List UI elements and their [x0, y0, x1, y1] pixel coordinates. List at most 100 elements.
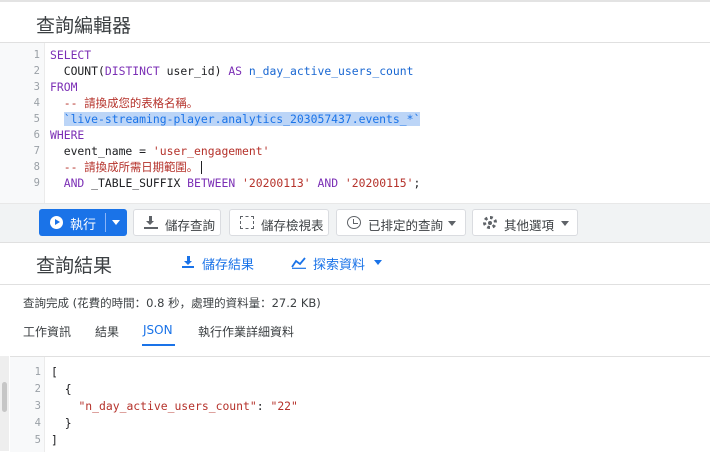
- code-token: BETWEEN: [187, 176, 236, 190]
- code-token: '20200115': [344, 176, 414, 190]
- line-number: 5: [34, 434, 41, 446]
- json-line: 3 "n_day_active_users_count": "22": [10, 398, 700, 415]
- code-text: event_name = 'user_engagement': [50, 143, 270, 159]
- line-number: 8: [33, 161, 40, 173]
- scheduled-query-label: 已排定的查詢: [368, 218, 444, 233]
- code-text: `live-streaming-player.analytics_2030574…: [50, 111, 421, 127]
- grid-icon: [240, 216, 254, 229]
- run-button-group[interactable]: 執行: [39, 209, 127, 236]
- code-text: -- 請換成您的表格名稱。: [50, 95, 199, 111]
- line-number: 6: [33, 129, 40, 141]
- active-tab-indicator: [142, 344, 175, 346]
- json-line: 1[: [10, 364, 700, 381]
- code-token: AND: [317, 176, 339, 190]
- save-query-button[interactable]: 儲存查詢: [133, 209, 221, 236]
- save-icon: [144, 216, 158, 229]
- line-number: 1: [33, 49, 40, 61]
- code-token: WHERE: [50, 128, 85, 142]
- code-line[interactable]: 4 -- 請換成您的表格名稱。: [0, 95, 710, 111]
- tab-json[interactable]: JSON: [143, 323, 173, 337]
- code-token: n_day_active_users_count: [242, 64, 414, 78]
- save-view-label: 儲存檢視表: [261, 218, 324, 233]
- json-text: "n_day_active_users_count": "22": [51, 398, 298, 415]
- code-line[interactable]: 9 AND _TABLE_SUFFIX BETWEEN '20200113' A…: [0, 175, 710, 191]
- code-line[interactable]: 7 event_name = 'user_engagement': [0, 143, 710, 159]
- code-line[interactable]: 1 SELECT: [0, 47, 710, 63]
- code-token: SELECT: [50, 48, 92, 62]
- play-icon: [50, 216, 63, 229]
- code-token: event_name =: [50, 144, 153, 158]
- run-options-dropdown[interactable]: [106, 209, 127, 236]
- page-title: 查詢編輯器: [36, 15, 132, 37]
- chart-icon: [291, 257, 306, 269]
- editor-header: 查詢編輯器: [0, 2, 710, 43]
- code-line[interactable]: 2 COUNT(DISTINCT user_id) AS n_day_activ…: [0, 63, 710, 79]
- json-text: {: [51, 382, 72, 396]
- tab-results[interactable]: 結果: [95, 323, 119, 340]
- code-token: COUNT(: [50, 64, 105, 78]
- run-button[interactable]: 執行: [39, 209, 105, 236]
- json-separator: :: [256, 399, 271, 413]
- code-text: COUNT(DISTINCT user_id) AS n_day_active_…: [50, 63, 414, 79]
- results-header: 查詢結果 儲存結果 探索資料: [0, 242, 710, 285]
- scheduled-query-button[interactable]: 已排定的查詢: [336, 209, 466, 236]
- line-number: 2: [33, 65, 40, 77]
- code-token: FROM: [50, 80, 78, 94]
- code-token: user_id): [159, 64, 229, 78]
- tab-execution-details[interactable]: 執行作業詳細資料: [198, 323, 294, 340]
- line-number: 9: [33, 177, 40, 189]
- json-line: 2 {: [10, 381, 700, 398]
- run-label: 執行: [70, 218, 97, 233]
- json-text: ]: [51, 433, 58, 447]
- json-line: 5]: [10, 432, 700, 449]
- code-token: -- 請換成所需日期範圍。: [50, 160, 199, 174]
- code-text: WHERE: [50, 127, 84, 143]
- code-text: SELECT: [50, 47, 91, 63]
- code-line[interactable]: 6 WHERE: [0, 127, 710, 143]
- json-output: 1[2 {3 "n_day_active_users_count": "22" 4…: [10, 356, 710, 452]
- code-line[interactable]: 8 -- 請換成所需日期範圍。: [0, 159, 710, 175]
- json-line: 4 }: [10, 415, 700, 432]
- code-token: '20200113': [242, 176, 311, 190]
- clock-icon: [347, 216, 361, 229]
- text-cursor: [201, 161, 203, 174]
- tab-job-info[interactable]: 工作資訊: [23, 323, 71, 340]
- code-text: -- 請換成所需日期範圍。: [50, 159, 203, 175]
- code-token: DISTINCT: [104, 64, 160, 78]
- code-token: ;: [413, 176, 421, 190]
- code-line[interactable]: 5 `live-streaming-player.analytics_20305…: [0, 111, 710, 127]
- gear-icon: [483, 216, 497, 229]
- code-token: AS: [228, 64, 243, 78]
- line-number: 4: [33, 97, 40, 109]
- sql-editor[interactable]: 1 SELECT 2 COUNT(DISTINCT user_id) AS n_da…: [0, 43, 710, 203]
- download-icon: [182, 256, 194, 268]
- line-number: 2: [34, 383, 41, 395]
- save-view-button[interactable]: 儲存檢視表: [229, 209, 329, 236]
- save-results-label: 儲存結果: [202, 258, 255, 273]
- more-options-button[interactable]: 其他選項: [472, 209, 578, 236]
- results-title: 查詢結果: [36, 255, 113, 277]
- code-token: AND: [63, 176, 85, 190]
- editor-toolbar: 執行 儲存查詢 儲存檢視表 已排定的查詢 其他選項: [0, 203, 710, 243]
- chevron-down-icon: [374, 260, 382, 265]
- code-token: 'user_engagement': [152, 144, 270, 158]
- line-number: 5: [33, 113, 40, 125]
- scrollbar[interactable]: [0, 356, 9, 451]
- results-tabs: 工作資訊 結果 JSON 執行作業詳細資料: [0, 318, 710, 346]
- chevron-down-icon: [112, 220, 120, 225]
- chevron-down-icon: [561, 221, 569, 226]
- line-number: 4: [34, 417, 41, 429]
- query-status: 查詢完成 (花費的時間：0.8 秒，處理的資料量：27.2 KB): [23, 296, 321, 310]
- code-line[interactable]: 3 FROM: [0, 79, 710, 95]
- json-value: "22": [270, 399, 298, 413]
- line-number: 1: [34, 366, 41, 378]
- explore-data-label: 探索資料: [313, 258, 366, 273]
- save-query-label: 儲存查詢: [165, 218, 216, 233]
- code-token: `live-streaming-player.analytics_2030574…: [63, 112, 421, 126]
- line-number: 3: [33, 81, 40, 93]
- json-text: [: [51, 365, 58, 379]
